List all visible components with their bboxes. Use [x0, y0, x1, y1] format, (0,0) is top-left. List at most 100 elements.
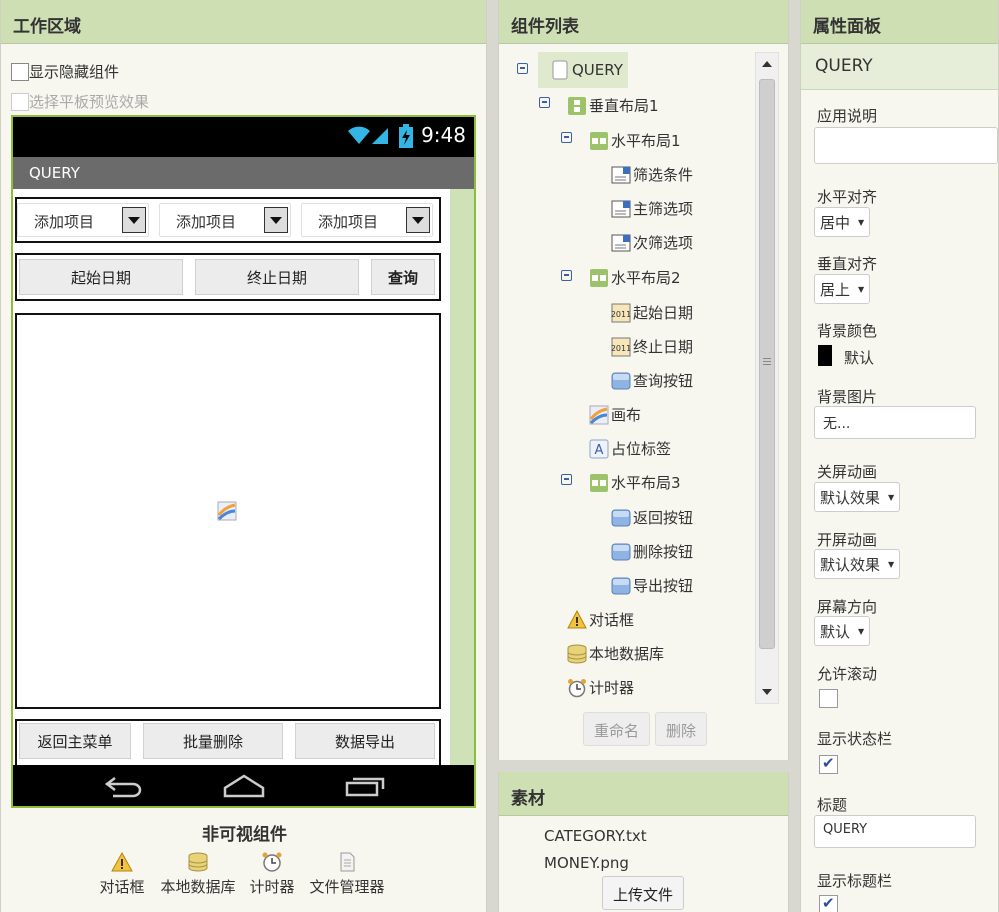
bg-image-input[interactable]: 无... [814, 406, 976, 439]
spinner-secondary[interactable]: 添加项目 [301, 203, 433, 237]
end-date-button[interactable]: 终止日期 [195, 259, 359, 295]
back-to-menu-button[interactable]: 返回主菜单 [19, 723, 131, 759]
components-header: 组件列表 [499, 0, 788, 44]
spinner-icon [611, 199, 631, 219]
collapse-icon[interactable] [561, 270, 572, 281]
horizontal-arrangement-3[interactable]: 返回主菜单 批量删除 数据导出 [15, 719, 441, 765]
show-hidden-checkbox-row[interactable]: 显示隐藏组件 [11, 61, 119, 82]
tree-item-clock[interactable]: 计时器 [567, 677, 634, 698]
tree-item-horizontal1[interactable]: 水平布局1 [589, 130, 681, 151]
tree-item-delete-button[interactable]: 删除按钮 [611, 541, 693, 562]
scroll-down-icon[interactable] [762, 689, 772, 695]
nonvisible-notifier[interactable]: 对话框 [97, 852, 147, 897]
align-vertical-label: 垂直对齐 [817, 255, 878, 273]
tree-item-end-date[interactable]: 2011 终止日期 [611, 336, 693, 357]
tree-item-horizontal2[interactable]: 水平布局2 [589, 267, 681, 288]
query-button[interactable]: 查询 [371, 259, 435, 295]
svg-text:A: A [595, 443, 604, 458]
status-clock: 9:48 [421, 123, 466, 147]
asset-file[interactable]: CATEGORY.txt [544, 827, 647, 845]
horizontal-arrangement-icon [589, 268, 609, 288]
start-date-button[interactable]: 起始日期 [19, 259, 183, 295]
bg-color-swatch[interactable] [818, 345, 832, 366]
align-horizontal-select[interactable]: 居中 ▼ [814, 207, 871, 237]
viewer-header: 工作区域 [1, 0, 486, 44]
tree-item-main-filter[interactable]: 主筛选项 [611, 198, 693, 219]
tree-item-back-button[interactable]: 返回按钮 [611, 507, 693, 528]
show-hidden-checkbox[interactable] [11, 62, 29, 81]
components-panel: 组件列表 QUERY 垂直布局1 水平布局1 筛选条件 主筛选项 次筛选项 水平… [498, 0, 789, 760]
bg-image-label: 背景图片 [817, 388, 878, 406]
warning-icon [567, 609, 587, 630]
title-input[interactable]: QUERY [814, 815, 976, 848]
orientation-select[interactable]: 默认 ▼ [814, 616, 871, 646]
selected-component-name: QUERY [801, 44, 998, 90]
battery-icon [399, 124, 413, 148]
tree-item-screen[interactable]: QUERY [538, 52, 628, 88]
show-titlebar-checkbox[interactable] [819, 894, 838, 912]
tree-item-secondary-filter[interactable]: 次筛选项 [611, 232, 693, 253]
collapse-icon[interactable] [561, 132, 572, 143]
horizontal-arrangement-1[interactable]: 添加项目 添加项目 添加项目 [15, 197, 441, 243]
spinner-main[interactable]: 添加项目 [159, 203, 291, 237]
batch-delete-button[interactable]: 批量删除 [143, 723, 283, 759]
tree-scrollbar[interactable] [755, 52, 779, 704]
nonvisible-clock-label: 计时器 [249, 878, 295, 896]
assets-header: 素材 [499, 772, 788, 816]
tree-item-canvas[interactable]: 画布 [589, 404, 641, 425]
delete-button[interactable]: 删除 [655, 712, 708, 746]
tree-item-vertical1[interactable]: 垂直布局1 [567, 95, 659, 116]
tree-item-label: 本地数据库 [589, 645, 665, 663]
collapse-icon[interactable] [517, 63, 528, 74]
tree-item-start-date[interactable]: 2011 起始日期 [611, 302, 693, 323]
phone-nav-bar [13, 765, 474, 806]
tablet-preview-checkbox-row: 选择平板预览效果 [11, 91, 149, 112]
open-animation-label: 开屏动画 [817, 531, 878, 549]
assets-panel: 素材 CATEGORY.txt MONEY.png 上传文件 [498, 772, 789, 912]
nonvisible-tinydb-label: 本地数据库 [160, 878, 236, 896]
show-statusbar-checkbox[interactable] [819, 754, 838, 774]
collapse-icon[interactable] [561, 474, 572, 485]
open-animation-select[interactable]: 默认效果 ▼ [814, 549, 901, 579]
svg-text:2011: 2011 [611, 310, 631, 319]
tree-item-label: 占位标签 [611, 440, 672, 458]
horizontal-arrangement-2[interactable]: 起始日期 终止日期 查询 [15, 253, 441, 301]
database-icon [567, 644, 587, 664]
upload-file-button[interactable]: 上传文件 [602, 876, 685, 910]
close-animation-select[interactable]: 默认效果 ▼ [814, 482, 901, 512]
tree-item-notifier[interactable]: 对话框 [567, 609, 634, 630]
alarm-clock-icon [262, 852, 282, 872]
viewer-panel: 工作区域 显示隐藏组件 选择平板预览效果 9:48 QUERY 添加项目 添加项… [0, 0, 487, 912]
collapse-icon[interactable] [539, 97, 550, 108]
scrollable-checkbox[interactable] [819, 689, 838, 708]
asset-file[interactable]: MONEY.png [544, 854, 629, 872]
tree-item-filter[interactable]: 筛选条件 [611, 164, 693, 185]
scrollbar-thumb[interactable] [759, 79, 775, 649]
tree-item-placeholder-label[interactable]: A 占位标签 [589, 438, 671, 459]
spinner-filter-label: 添加项目 [34, 213, 95, 231]
tablet-preview-checkbox [11, 92, 29, 111]
orientation-value: 默认 [820, 622, 851, 641]
canvas-component[interactable] [15, 313, 441, 709]
nonvisible-clock[interactable]: 计时器 [247, 852, 297, 897]
rename-button[interactable]: 重命名 [583, 712, 651, 746]
close-animation-label: 关屏动画 [817, 463, 878, 481]
tree-item-label: 对话框 [589, 611, 635, 629]
phone-status-bar: 9:48 [13, 117, 474, 157]
title-label: 标题 [817, 796, 848, 814]
app-description-input[interactable] [814, 127, 998, 164]
screen-title-bar: QUERY [13, 157, 474, 189]
spinner-secondary-label: 添加项目 [318, 213, 379, 231]
nonvisible-file[interactable]: 文件管理器 [305, 852, 389, 897]
tree-item-export-button[interactable]: 导出按钮 [611, 575, 693, 596]
export-data-button[interactable]: 数据导出 [295, 723, 435, 759]
tree-item-tinydb[interactable]: 本地数据库 [567, 643, 664, 664]
tree-item-query-button[interactable]: 查询按钮 [611, 370, 693, 391]
bg-color-value[interactable]: 默认 [844, 347, 874, 368]
align-vertical-select[interactable]: 居上 ▼ [814, 274, 871, 304]
tree-item-horizontal3[interactable]: 水平布局3 [589, 472, 681, 493]
spinner-filter[interactable]: 添加项目 [17, 203, 149, 237]
dropdown-caret-icon: ▼ [888, 559, 895, 569]
nonvisible-tinydb[interactable]: 本地数据库 [157, 852, 239, 897]
scroll-up-icon[interactable] [762, 61, 772, 67]
